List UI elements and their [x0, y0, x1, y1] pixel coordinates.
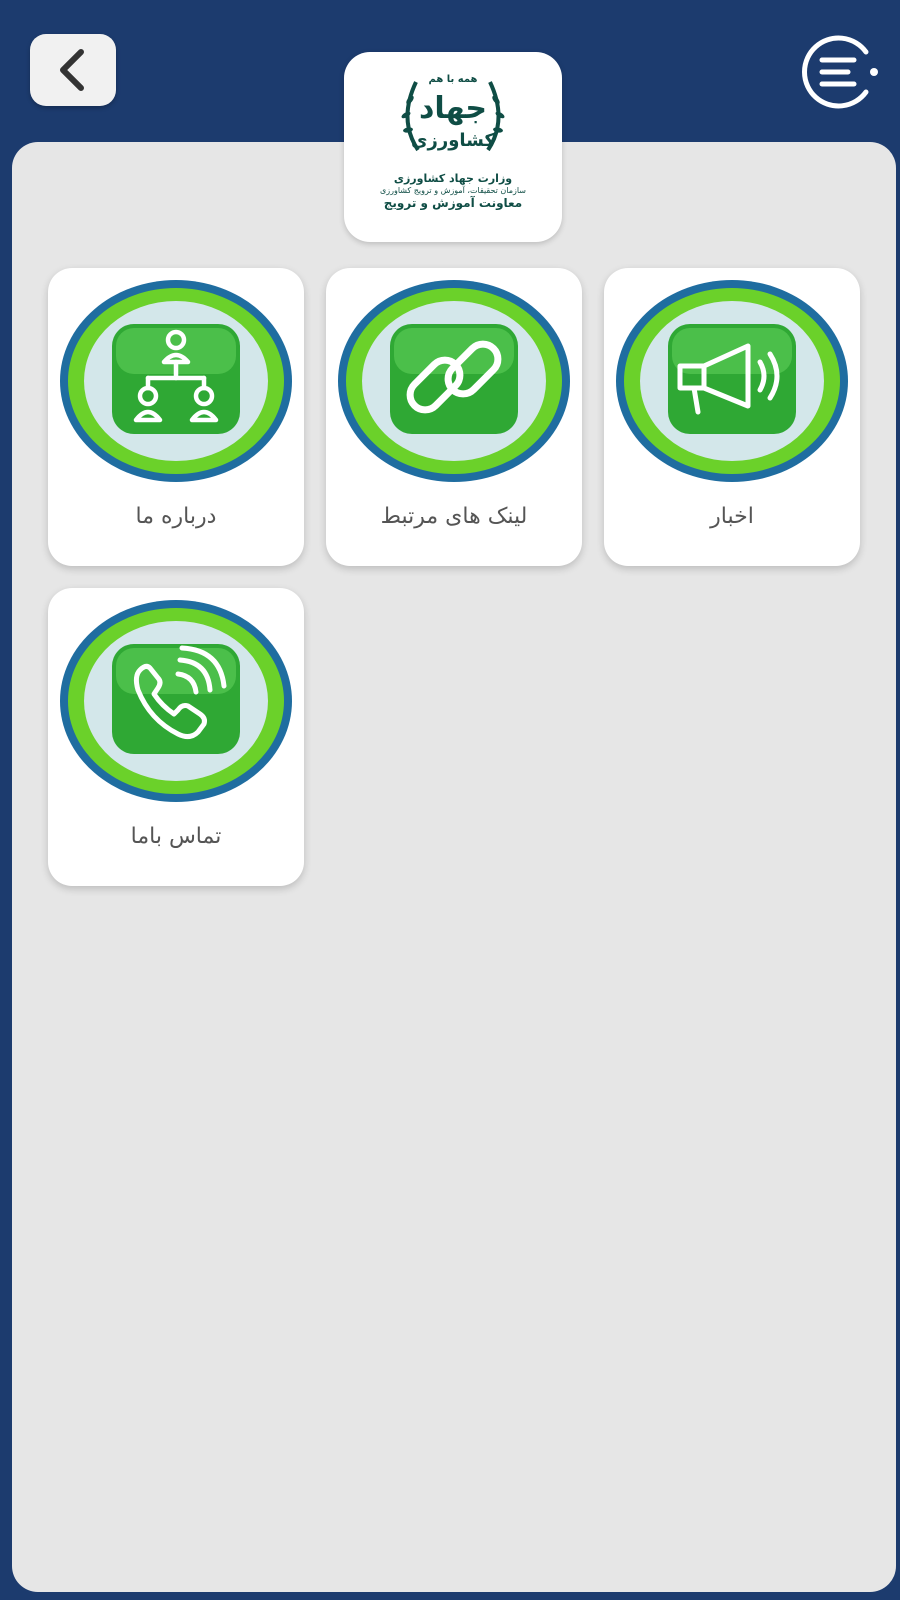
tile-label: اخبار — [710, 504, 754, 529]
tile-label: لینک های مرتبط — [380, 504, 528, 529]
logo-deputy: معاونت آموزش و ترویج — [383, 195, 523, 210]
logo-organization: سازمان تحقیقات، آموزش و ترویج کشاورزی — [379, 185, 527, 195]
logo-card: همه با هم جهاد کشاورزی وزارت جهاد کشاورز… — [344, 52, 562, 242]
tile-label: درباره ما — [135, 504, 217, 529]
phone-icon — [60, 600, 292, 802]
megaphone-icon — [616, 280, 848, 482]
tile-contact-us[interactable]: تماس باما — [48, 588, 304, 886]
wheat-emblem-logo: همه با هم جهاد کشاورزی — [401, 74, 505, 152]
tile-news[interactable]: اخبار — [604, 268, 860, 566]
chevron-left-icon — [60, 49, 84, 91]
tile-about-us[interactable]: درباره ما — [48, 268, 304, 566]
link-icon — [338, 280, 570, 482]
logo-name-line2: کشاورزی — [411, 130, 495, 151]
tile-label: تماس باما — [130, 824, 222, 849]
back-button[interactable] — [30, 34, 116, 106]
menu-icon — [802, 35, 878, 109]
organization-icon — [60, 280, 292, 482]
logo-tagline: همه با هم — [429, 74, 478, 85]
logo-name-line1: جهاد — [419, 91, 487, 126]
tile-related-links[interactable]: لینک های مرتبط — [326, 268, 582, 566]
menu-button[interactable] — [796, 34, 882, 110]
logo-ministry: وزارت جهاد کشاورزی — [393, 172, 513, 185]
